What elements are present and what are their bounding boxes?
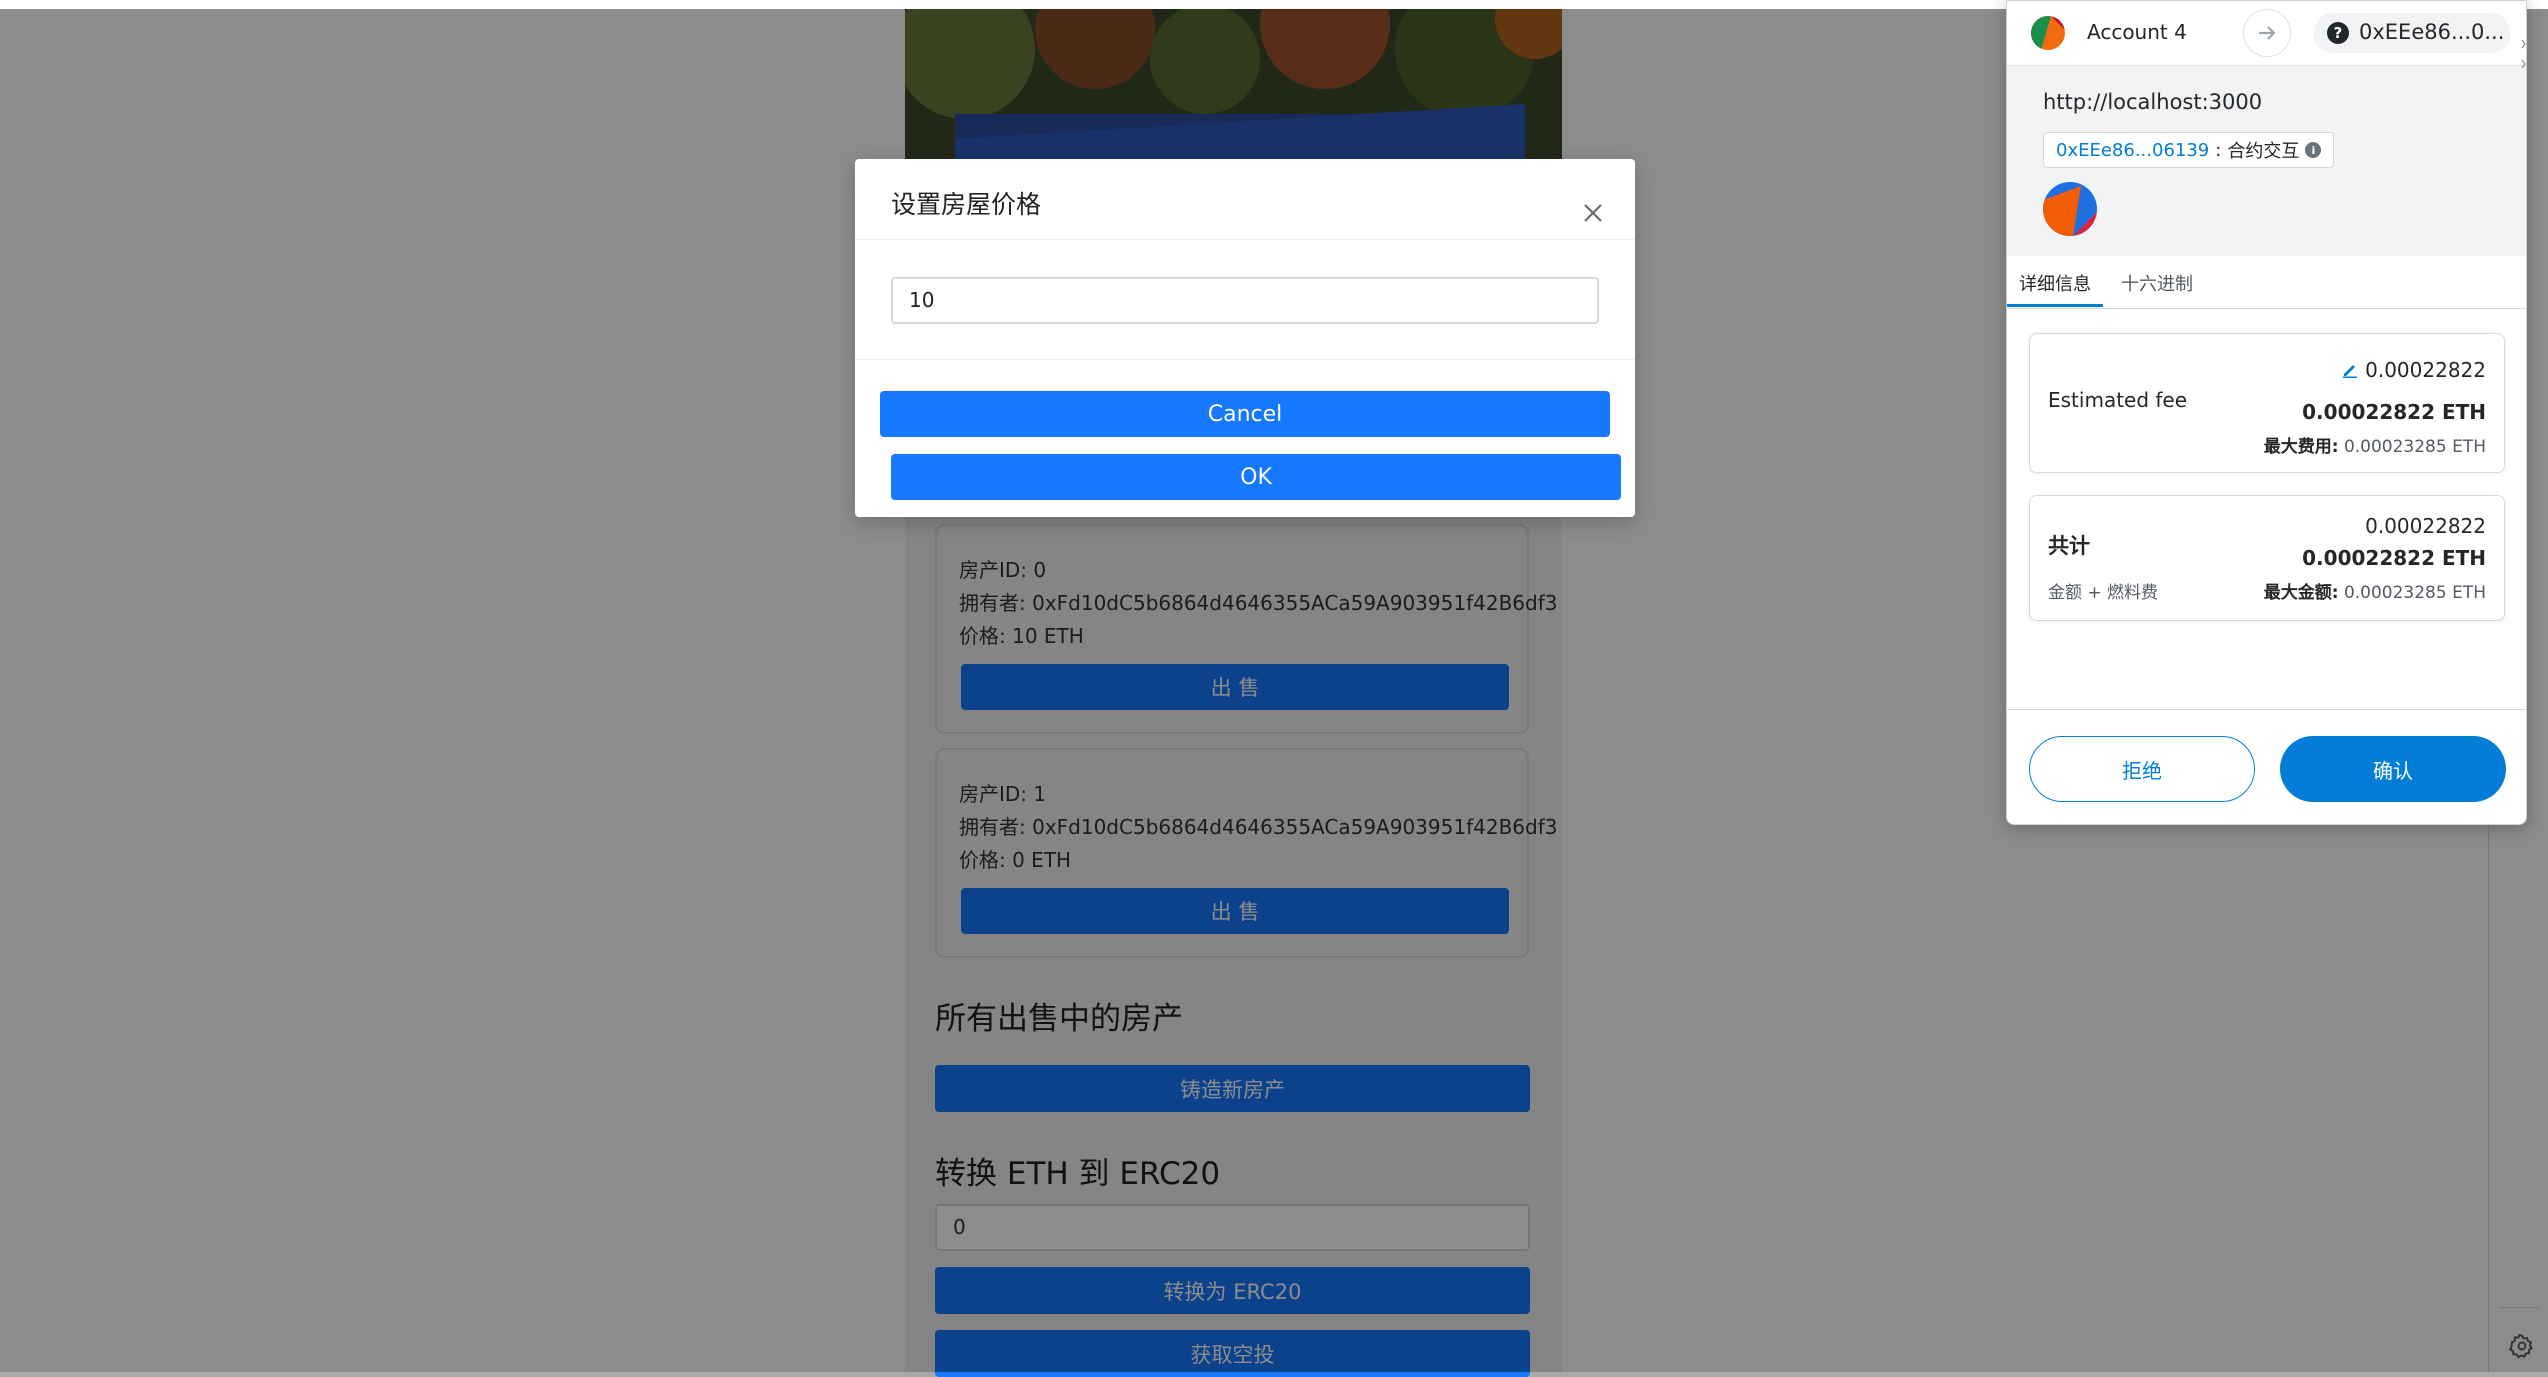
gear-icon[interactable]	[2508, 1333, 2535, 1359]
close-icon[interactable]	[1581, 201, 1605, 225]
total-eth: 0.00022822 ETH	[2302, 546, 2486, 570]
wallet-scrollbar[interactable]	[2520, 0, 2528, 120]
total-label: 共计	[2048, 534, 2090, 558]
tab-hex[interactable]: 十六进制	[2121, 270, 2193, 296]
max-fee-row: 最大费用: 0.00023285 ETH	[2264, 432, 2486, 457]
estimated-fee-row[interactable]: 0.00022822	[2341, 358, 2486, 382]
origin-section: http://localhost:3000 0xEEe86...06139 : …	[2007, 66, 2526, 256]
total-value: 0.00022822	[2365, 514, 2486, 538]
estimated-fee-value: 0.00022822	[2365, 358, 2486, 382]
contract-interaction-chip[interactable]: 0xEEe86...06139 : 合约交互 i	[2043, 132, 2335, 168]
estimated-fee-box: Estimated fee 0.00022822 0.00022822 ETH …	[2029, 333, 2505, 473]
recipient-address: 0xEEe86...0...	[2359, 20, 2505, 44]
reject-button[interactable]: 拒绝	[2029, 736, 2255, 802]
account-avatar	[2031, 16, 2065, 50]
account-name: Account 4	[2087, 20, 2187, 44]
max-amount-value: 0.00023285 ETH	[2343, 583, 2486, 603]
arrow-right-icon	[2243, 9, 2291, 57]
modal-divider	[855, 359, 1635, 360]
price-input[interactable]: 10	[891, 277, 1599, 324]
wallet-popup: Account 4 ? 0xEEe86...0... http://localh…	[2006, 0, 2527, 825]
ok-button[interactable]: OK	[891, 454, 1621, 500]
cancel-button[interactable]: Cancel	[880, 391, 1610, 437]
modal-divider	[855, 239, 1635, 240]
contract-separator: :	[2215, 139, 2222, 161]
active-tab-indicator	[2007, 304, 2103, 307]
confirm-button[interactable]: 确认	[2280, 736, 2506, 802]
max-amount-label: 最大金额:	[2263, 583, 2339, 603]
wallet-header: Account 4 ? 0xEEe86...0...	[2007, 1, 2526, 66]
question-icon: ?	[2327, 22, 2349, 44]
contract-avatar	[2043, 182, 2097, 236]
origin-url: http://localhost:3000	[2043, 90, 2263, 114]
modal-title: 设置房屋价格	[891, 190, 1042, 219]
contract-interaction-label: 合约交互	[2227, 141, 2300, 162]
set-price-modal: 设置房屋价格 10 Cancel OK	[855, 159, 1635, 517]
contract-address[interactable]: 0xEEe86...06139	[2056, 140, 2209, 161]
total-sub-label: 金额 + 燃料费	[2048, 583, 2159, 603]
max-fee-label: 最大费用:	[2263, 437, 2339, 457]
max-amount-row: 最大金额: 0.00023285 ETH	[2264, 578, 2486, 603]
tab-details[interactable]: 详细信息	[2019, 270, 2091, 296]
edit-icon[interactable]	[2341, 360, 2359, 378]
max-fee-value: 0.00023285 ETH	[2343, 437, 2486, 457]
estimated-fee-label: Estimated fee	[2048, 388, 2188, 412]
info-icon[interactable]: i	[2305, 142, 2322, 158]
actions-divider	[2007, 709, 2526, 710]
estimated-fee-eth: 0.00022822 ETH	[2302, 400, 2486, 424]
wallet-tabs: 详细信息 十六进制	[2007, 256, 2526, 309]
recipient-pill[interactable]: ? 0xEEe86...0...	[2313, 13, 2511, 53]
total-box: 共计 金额 + 燃料费 0.00022822 0.00022822 ETH 最大…	[2029, 495, 2505, 621]
